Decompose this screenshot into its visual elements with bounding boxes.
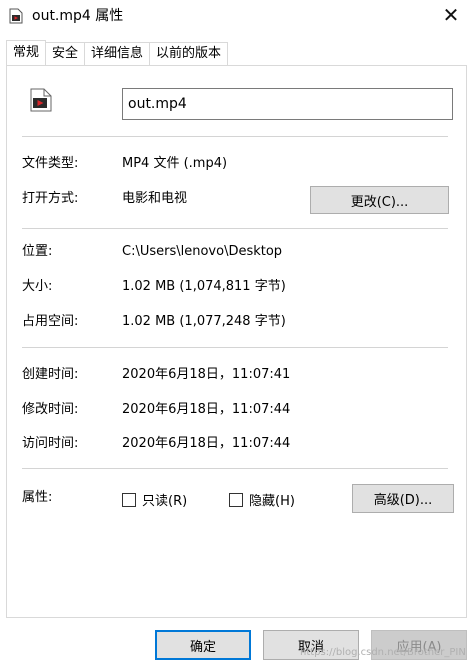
size-on-disk-value: 1.02 MB (1,077,248 字节): [122, 314, 286, 329]
hidden-checkbox[interactable]: 隐藏(H): [229, 490, 295, 509]
window-title: out.mp4 属性: [32, 8, 124, 24]
tab-details[interactable]: 详细信息: [84, 42, 151, 65]
change-button[interactable]: 更改(C)...: [310, 186, 449, 214]
modified-value: 2020年6月18日，11:07:44: [122, 402, 291, 417]
advanced-button[interactable]: 高级(D)...: [352, 484, 454, 513]
modified-label: 修改时间:: [22, 402, 79, 417]
accessed-value: 2020年6月18日，11:07:44: [122, 436, 291, 451]
file-type-label: 文件类型:: [22, 156, 79, 171]
video-file-icon: [9, 8, 23, 24]
created-label: 创建时间:: [22, 367, 79, 382]
open-with-label: 打开方式:: [22, 191, 79, 206]
size-value: 1.02 MB (1,074,811 字节): [122, 279, 286, 294]
video-file-icon: [30, 88, 52, 112]
accessed-label: 访问时间:: [22, 436, 79, 451]
checkbox-box[interactable]: [229, 492, 243, 507]
general-panel: [6, 65, 467, 618]
close-button[interactable]: ✕: [428, 0, 474, 30]
ok-button[interactable]: 确定: [155, 630, 251, 660]
tab-security[interactable]: 安全: [45, 42, 86, 65]
file-name-input[interactable]: out.mp4: [122, 88, 453, 120]
separator: [22, 228, 448, 229]
tab-bar: 常规 安全 详细信息 以前的版本: [6, 40, 229, 66]
tab-general[interactable]: 常规: [6, 40, 47, 65]
hidden-label: 隐藏(H): [249, 494, 295, 509]
file-type-value: MP4 文件 (.mp4): [122, 156, 228, 171]
open-with-value: 电影和电视: [122, 191, 188, 206]
readonly-checkbox[interactable]: 只读(R): [122, 490, 187, 509]
checkbox-box[interactable]: [122, 492, 136, 507]
created-value: 2020年6月18日，11:07:41: [122, 367, 291, 382]
tab-previous-versions[interactable]: 以前的版本: [149, 42, 229, 65]
location-value: C:\Users\lenovo\Desktop: [122, 244, 283, 259]
attributes-label: 属性:: [22, 490, 53, 505]
readonly-label: 只读(R): [142, 494, 188, 509]
separator: [22, 347, 448, 348]
size-label: 大小:: [22, 279, 53, 294]
size-on-disk-label: 占用空间:: [22, 314, 79, 329]
separator: [22, 136, 448, 137]
watermark: https://blog.csdn.net/Brother_PIN: [300, 647, 466, 658]
title-bar: out.mp4 属性 ✕: [0, 0, 474, 34]
location-label: 位置:: [22, 244, 53, 259]
separator: [22, 468, 448, 469]
